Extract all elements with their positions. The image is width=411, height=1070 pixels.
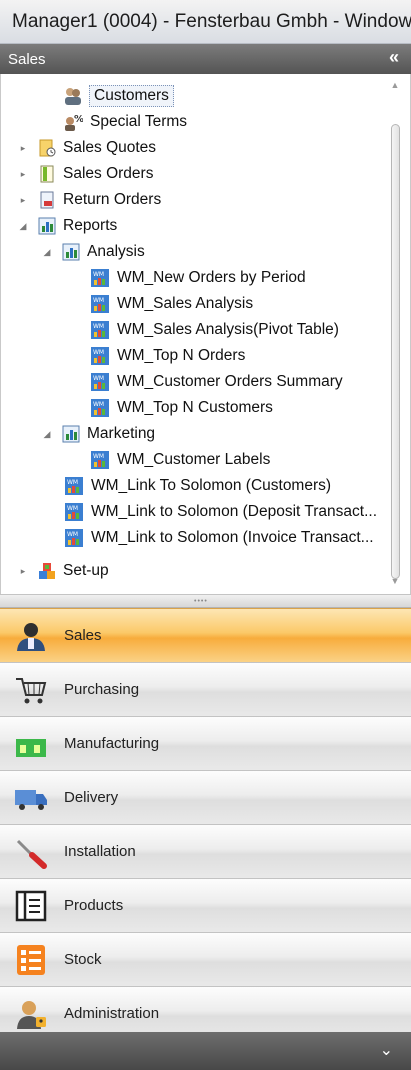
tree-item-label: WM_Top N Orders [117, 347, 246, 364]
nav-button-installation[interactable]: Installation [0, 824, 411, 878]
collapse-pane-icon[interactable]: « [389, 47, 399, 68]
tree-item-label: Marketing [87, 425, 156, 442]
checklist-icon [17, 945, 45, 975]
wm-report-icon: WM [90, 398, 110, 418]
tree-item-label: WM_Sales Analysis [117, 295, 254, 312]
chevron-down-icon[interactable]: ⌄ [380, 1040, 393, 1060]
expand-arrow-icon[interactable]: ▸ [17, 565, 29, 577]
svg-text:WM: WM [93, 297, 104, 304]
tree-item-label: WM_New Orders by Period [117, 269, 306, 286]
wm-report-icon: WM [90, 268, 110, 288]
reports-folder-icon [37, 216, 57, 236]
wm-report-icon: WM [64, 528, 84, 548]
tree-item-label: Reports [63, 217, 118, 234]
svg-text:WM: WM [67, 505, 78, 512]
expand-arrow-icon[interactable]: ▸ [17, 194, 29, 206]
collapse-arrow-icon[interactable]: ◢ [41, 428, 53, 440]
tree-item-label: Customers [89, 85, 174, 107]
scroll-up-icon[interactable]: ▲ [388, 80, 402, 94]
reports-folder-icon [61, 424, 81, 444]
wm-report-icon: WM [90, 320, 110, 340]
setup-icon [37, 561, 57, 581]
nav-label: Manufacturing [64, 735, 160, 752]
tree-item-label: Sales Quotes [63, 139, 157, 156]
catalog-book-icon [15, 890, 47, 922]
tree-item-label: Analysis [87, 243, 145, 260]
sales-quotes-icon [37, 138, 57, 158]
return-orders-icon [37, 190, 57, 210]
nav-label: Delivery [64, 789, 119, 806]
shopping-cart-icon [16, 678, 47, 704]
expand-arrow-icon[interactable]: ▸ [17, 142, 29, 154]
nav-label: Stock [64, 951, 102, 968]
wm-report-icon: WM [90, 450, 110, 470]
sales-person-icon [17, 623, 45, 651]
tree-item-label: WM_Customer Labels [117, 451, 271, 468]
nav-button-purchasing[interactable]: Purchasing [0, 662, 411, 716]
tree-item-label: Special Terms [90, 113, 188, 130]
navigation-tree: Customers % Special Terms ▸ Sales Quotes… [0, 74, 411, 594]
tree-item-label: WM_Link to Solomon (Deposit Transact... [91, 503, 378, 520]
nav-label: Sales [64, 627, 102, 644]
section-header: Sales « [0, 44, 411, 74]
admin-person-icon [17, 1001, 46, 1029]
svg-text:WM: WM [93, 271, 104, 278]
screwdriver-icon [16, 839, 47, 869]
wm-report-icon: WM [90, 294, 110, 314]
nav-button-manufacturing[interactable]: Manufacturing [0, 716, 411, 770]
pane-splitter[interactable]: •••• [0, 594, 411, 608]
section-title: Sales [8, 50, 46, 68]
svg-text:WM: WM [67, 531, 78, 538]
customers-icon [63, 86, 83, 106]
collapse-arrow-icon[interactable]: ◢ [41, 246, 53, 258]
special-terms-icon: % [63, 112, 83, 132]
nav-button-sales[interactable]: Sales [0, 608, 411, 662]
svg-text:WM: WM [67, 479, 78, 486]
window-titlebar: Manager1 (0004) - Fensterbau Gmbh - Wind… [0, 0, 411, 44]
nav-label: Installation [64, 843, 136, 860]
reports-folder-icon [61, 242, 81, 262]
svg-text:%: % [74, 114, 83, 125]
tree-scrollbar[interactable]: ▲ ▼ [386, 80, 404, 590]
window-title: Manager1 (0004) - Fensterbau Gmbh - Wind… [12, 10, 411, 32]
nav-button-stock[interactable]: Stock [0, 932, 411, 986]
wm-report-icon: WM [64, 476, 84, 496]
nav-label: Purchasing [64, 681, 140, 698]
truck-icon [15, 790, 47, 810]
expand-arrow-icon[interactable]: ▸ [17, 168, 29, 180]
nav-button-delivery[interactable]: Delivery [0, 770, 411, 824]
grip-dots-icon: •••• [194, 598, 208, 605]
tree-item-label: Sales Orders [63, 165, 154, 182]
svg-text:WM: WM [93, 323, 104, 330]
wm-report-icon: WM [64, 502, 84, 522]
scroll-down-icon[interactable]: ▼ [388, 576, 402, 590]
svg-text:WM: WM [93, 453, 104, 460]
scroll-thumb[interactable] [391, 124, 400, 579]
nav-label: Administration [64, 1005, 160, 1022]
sales-orders-icon [37, 164, 57, 184]
svg-text:WM: WM [93, 401, 104, 408]
tree-item-label: WM_Link To Solomon (Customers) [91, 477, 332, 494]
nav-button-products[interactable]: Products [0, 878, 411, 932]
tree-item-label: Set-up [63, 562, 109, 579]
tree-item-label: WM_Top N Customers [117, 399, 273, 416]
wm-report-icon: WM [90, 346, 110, 366]
svg-text:WM: WM [93, 375, 104, 382]
tree-item-label: WM_Customer Orders Summary [117, 373, 343, 390]
svg-text:WM: WM [93, 349, 104, 356]
nav-overflow-bar: ⌄ [0, 1032, 411, 1070]
collapse-arrow-icon[interactable]: ◢ [17, 220, 29, 232]
tree-item-label: WM_Sales Analysis(Pivot Table) [117, 321, 339, 338]
tree-item-label: WM_Link to Solomon (Invoice Transact... [91, 529, 374, 546]
nav-label: Products [64, 897, 124, 914]
tree-item-label: Return Orders [63, 191, 162, 208]
factory-icon [16, 739, 46, 757]
wm-report-icon: WM [90, 372, 110, 392]
